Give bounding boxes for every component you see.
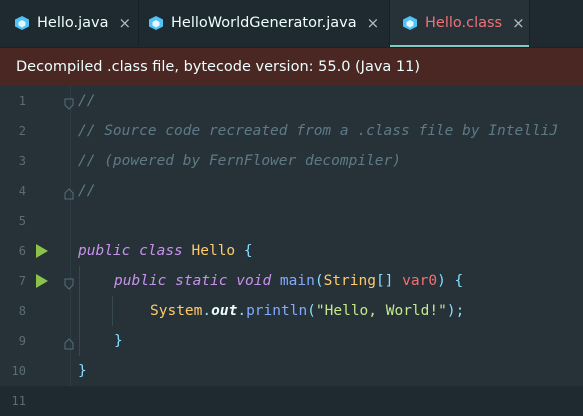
method-declaration: public static void main(String[] var0) { <box>114 273 464 289</box>
code-line: 6 public class Hello { <box>0 236 583 266</box>
closing-brace: } <box>78 363 87 379</box>
closing-brace: } <box>114 333 123 349</box>
line-number: 3 <box>18 154 26 168</box>
code-line: 3 // (powered by FernFlower decompiler) <box>0 146 583 176</box>
tab-label: HelloWorldGenerator.java <box>171 15 357 31</box>
run-class-icon[interactable] <box>36 244 48 258</box>
tab-helloworldgenerator-java[interactable]: HelloWorldGenerator.java × <box>139 0 389 46</box>
code-line: 2 // Source code recreated from a .class… <box>0 116 583 146</box>
close-icon[interactable]: × <box>367 14 380 32</box>
comment: // <box>78 93 96 109</box>
editor-tab-bar: Hello.java × HelloWorldGenerator.java × … <box>0 0 583 48</box>
line-number: 9 <box>18 334 26 348</box>
code-editor[interactable]: 1 // 2 // Source code recreated from a .… <box>0 86 583 416</box>
banner-text: Decompiled .class file, bytecode version… <box>16 59 421 75</box>
println-statement: System.out.println("Hello, World!"); <box>150 303 465 319</box>
code-line: 4 // <box>0 176 583 206</box>
fold-icon[interactable] <box>64 95 74 110</box>
run-main-icon[interactable] <box>36 274 48 288</box>
code-line: 9 } <box>0 326 583 356</box>
close-icon[interactable]: × <box>119 14 132 32</box>
fold-end-icon[interactable] <box>64 335 74 350</box>
tab-hello-java[interactable]: Hello.java × <box>0 0 138 46</box>
code-line: 8 System.out.println("Hello, World!"); <box>0 296 583 326</box>
class-file-icon <box>402 15 418 31</box>
fold-end-icon[interactable] <box>64 185 74 200</box>
line-number: 5 <box>18 214 26 228</box>
line-number: 6 <box>18 244 26 258</box>
tab-label: Hello.java <box>37 15 109 31</box>
code-line: 10 } <box>0 356 583 386</box>
comment: // (powered by FernFlower decompiler) <box>78 153 402 169</box>
line-number: 4 <box>18 184 26 198</box>
line-number: 2 <box>18 124 26 138</box>
class-declaration: public class Hello { <box>78 243 253 259</box>
tab-hello-class[interactable]: Hello.class × <box>390 0 529 47</box>
java-file-icon <box>148 15 164 31</box>
line-number: 1 <box>18 94 26 108</box>
tab-divider <box>529 0 530 46</box>
line-number: 7 <box>18 274 26 288</box>
code-line: 1 // <box>0 86 583 116</box>
code-line: 5 <box>0 206 583 236</box>
code-line: 7 public static void main(String[] var0)… <box>0 266 583 296</box>
line-number: 8 <box>18 304 26 318</box>
comment: // <box>78 183 96 199</box>
code-line: 11 <box>0 386 583 416</box>
line-number: 11 <box>11 394 26 408</box>
tab-label: Hello.class <box>425 15 503 31</box>
close-icon[interactable]: × <box>512 14 525 32</box>
comment: // Source code recreated from a .class f… <box>78 123 559 139</box>
java-file-icon <box>14 15 30 31</box>
fold-icon[interactable] <box>64 275 74 290</box>
line-number: 10 <box>11 364 26 378</box>
decompiled-banner: Decompiled .class file, bytecode version… <box>0 48 583 86</box>
